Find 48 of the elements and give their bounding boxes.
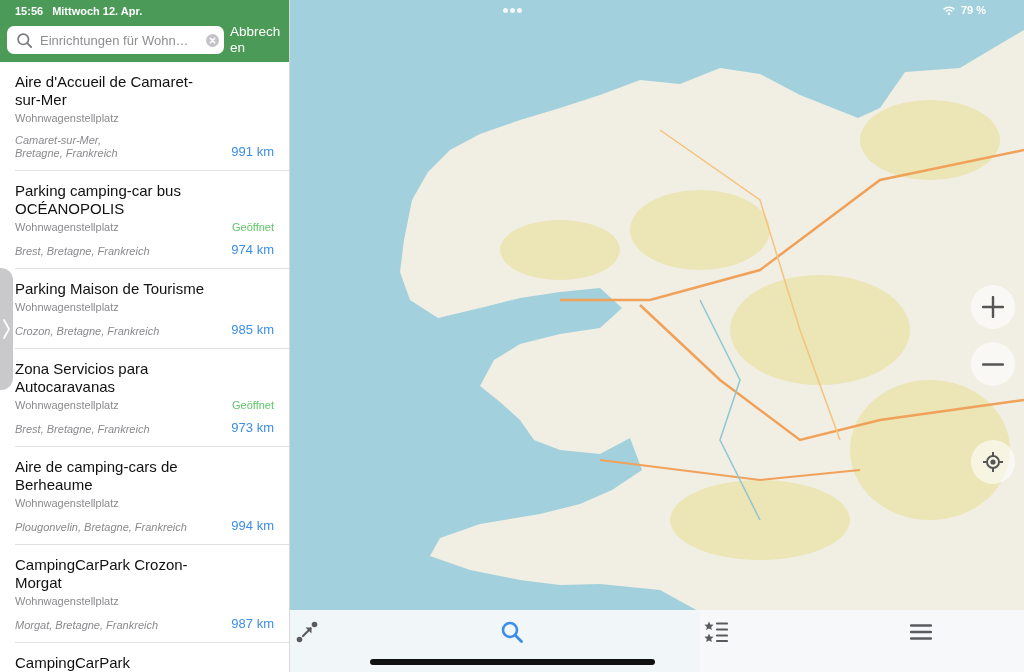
result-address: Morgat, Bretagne, Frankreich: [15, 618, 159, 631]
result-category: Wohnwagenstellplatz: [15, 300, 119, 314]
clear-icon: [206, 33, 219, 47]
crosshair-icon: [983, 452, 1003, 472]
status-date: Mittwoch 12. Apr.: [52, 4, 143, 18]
result-address: Brest, Bretagne, Frankreich: [15, 422, 150, 435]
result-title[interactable]: Zona Servicios para Autocaravanas: [15, 360, 215, 396]
result-category: Wohnwagenstellplatz: [15, 398, 119, 412]
search-field[interactable]: Einrichtungen für Wohn…: [40, 32, 198, 48]
more-dots-icon: [503, 8, 522, 13]
result-category: Wohnwagenstellplatz: [15, 220, 119, 234]
zoom-in-button[interactable]: [971, 285, 1015, 329]
result-title[interactable]: CampingCarPark: [15, 654, 215, 672]
result-title[interactable]: Aire de camping-cars de Berheaume: [15, 458, 215, 494]
plus-icon: [982, 296, 1004, 318]
battery-level: 79 %: [960, 4, 986, 17]
opening-status: Geöffnet: [232, 398, 274, 412]
opening-status: Geöffnet: [232, 220, 274, 234]
locate-button[interactable]: [971, 440, 1015, 484]
result-distance: 987 km: [231, 617, 274, 631]
result-category: Wohnwagenstellplatz: [15, 594, 119, 608]
result-title[interactable]: Parking Maison de Tourisme: [15, 280, 215, 298]
menu-icon: [909, 624, 932, 640]
status-time: 15:56: [15, 4, 44, 18]
chevron-icon: [3, 319, 10, 339]
minus-icon: [982, 362, 1004, 366]
wifi-icon: [942, 6, 955, 15]
result-distance: 991 km: [231, 145, 274, 159]
result-title[interactable]: Aire d'Accueil de Camaret-sur-Mer: [15, 73, 215, 109]
result-title[interactable]: Parking camping-car bus OCÉANOPOLIS: [15, 182, 215, 218]
search-icon: [17, 32, 32, 48]
result-distance: 973 km: [231, 421, 274, 435]
result-category: Wohnwagenstellplatz: [15, 111, 119, 125]
result-distance: 974 km: [231, 243, 274, 257]
dotted-arrow-icon: [296, 621, 318, 643]
panel-handle[interactable]: [0, 268, 13, 390]
zoom-out-button[interactable]: [971, 342, 1015, 386]
result-title[interactable]: CampingCarPark Crozon-Morgat: [15, 556, 215, 592]
starred-list-icon: [704, 621, 729, 643]
result-category: Wohnwagenstellplatz: [15, 496, 119, 510]
result-address: Camaret-sur-Mer, Bretagne, Frankreich: [15, 134, 119, 159]
result-distance: 985 km: [231, 323, 274, 337]
result-address: Brest, Bretagne, Frankreich: [15, 244, 150, 257]
result-distance: 994 km: [231, 519, 274, 533]
result-address: Plougonvelin, Bretagne, Frankreich: [15, 520, 187, 533]
result-address: Crozon, Bretagne, Frankreich: [15, 324, 160, 337]
search-bar[interactable]: Einrichtungen für Wohn…: [7, 26, 224, 54]
search-icon: [500, 621, 523, 643]
